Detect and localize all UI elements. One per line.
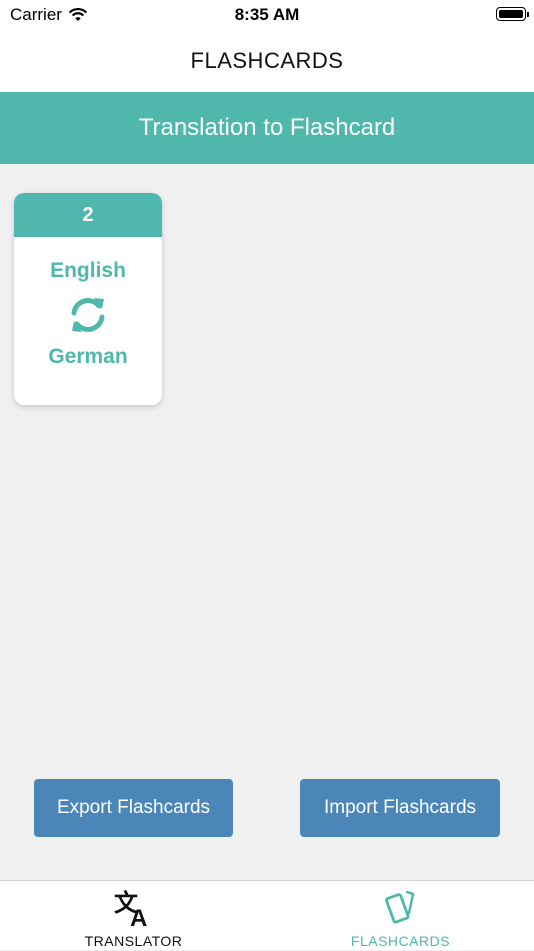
translation-to-flashcard-button[interactable]: Translation to Flashcard (0, 92, 534, 164)
source-language: English (50, 259, 126, 282)
target-language: German (48, 345, 128, 368)
battery-icon (496, 7, 529, 21)
tab-flashcards[interactable]: FLASHCARDS (267, 881, 534, 951)
svg-text:A: A (130, 905, 147, 929)
deck-count: 2 (14, 193, 162, 237)
translate-icon: 文 A (114, 889, 147, 929)
flashcard-deck-card[interactable]: 2 English German (14, 193, 162, 405)
import-flashcards-button[interactable]: Import Flashcards (300, 779, 500, 837)
export-flashcards-button[interactable]: Export Flashcards (34, 779, 233, 837)
status-time: 8:35 AM (234, 5, 300, 24)
tab-flashcards-label: FLASHCARDS (350, 933, 451, 949)
navigation-bar: FLASHCARDS (0, 30, 534, 92)
flashcards-icon (384, 890, 414, 924)
swap-icon (71, 298, 105, 332)
tab-translator[interactable]: 文 A TRANSLATOR (0, 881, 267, 951)
tab-bar: 文 A TRANSLATOR FLASHCARDS (0, 880, 534, 950)
tab-translator-label: TRANSLATOR (84, 933, 183, 949)
page-title: FLASHCARDS (190, 48, 344, 73)
banner-label: Translation to Flashcard (138, 114, 396, 141)
status-bar: Carrier 8:35 AM (0, 0, 534, 30)
